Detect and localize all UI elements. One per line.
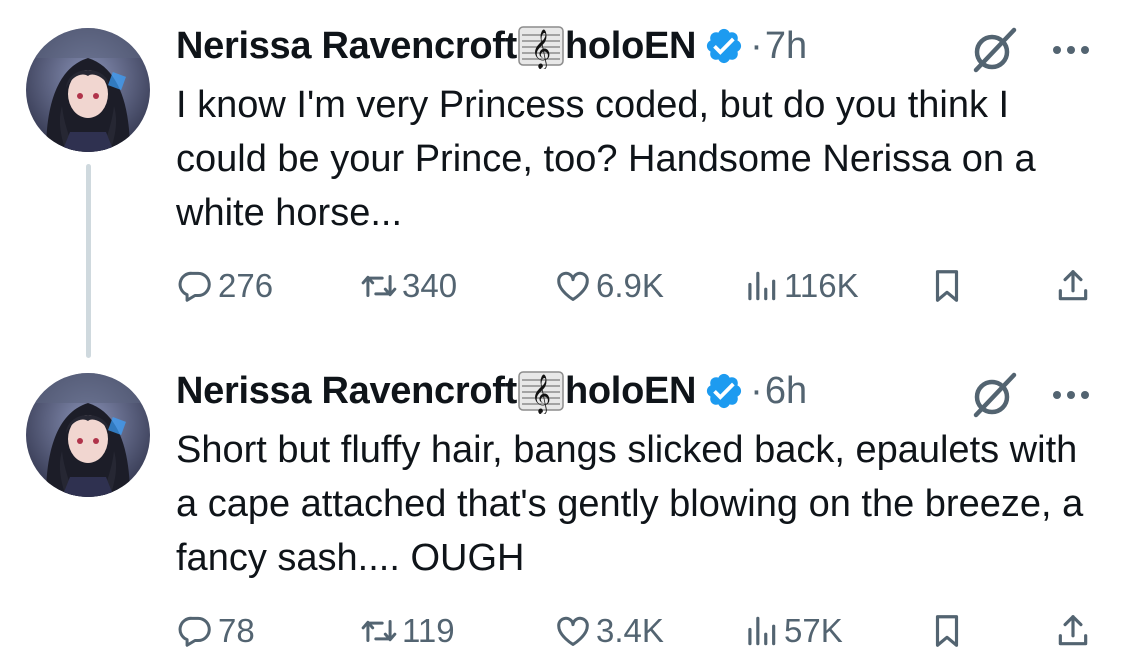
repost-button[interactable]: 340: [360, 258, 457, 314]
author-name[interactable]: Nerissa Ravencroft: [176, 25, 517, 68]
views-count: 57K: [784, 612, 843, 649]
verified-badge-icon: [707, 28, 742, 64]
like-count: 3.4K: [596, 612, 664, 649]
tweet-time[interactable]: 7h: [765, 25, 807, 68]
bookmark-icon: [935, 270, 959, 302]
repost-icon: [361, 619, 397, 643]
like-icon: [557, 271, 589, 301]
like-icon: [557, 616, 589, 646]
tweet-header: Nerissa Ravencroft 𝄞 holoEN · 6h: [176, 365, 807, 417]
like-button[interactable]: 3.4K: [554, 603, 664, 659]
author-handle-suffix[interactable]: holoEN: [565, 25, 696, 68]
more-icon[interactable]: [1046, 375, 1096, 415]
avatar[interactable]: [26, 28, 150, 152]
repost-icon: [361, 274, 397, 298]
tweet-actions: 276 340 6.9K 116K: [176, 258, 1106, 314]
like-button[interactable]: 6.9K: [554, 258, 664, 314]
tweet-text: Short but fluffy hair, bangs slicked bac…: [176, 429, 1084, 579]
svg-text:𝄞: 𝄞: [531, 29, 551, 69]
reply-icon: [178, 271, 211, 302]
views-count: 116K: [784, 267, 859, 304]
reply-count: 276: [218, 267, 274, 304]
grok-icon[interactable]: [968, 24, 1020, 76]
views-icon: [748, 616, 776, 646]
music-score-icon: 𝄞: [518, 371, 564, 414]
views-button[interactable]: 116K: [742, 258, 859, 314]
repost-button[interactable]: 119: [360, 603, 455, 659]
author-name[interactable]: Nerissa Ravencroft: [176, 370, 517, 413]
bookmark-button[interactable]: [928, 258, 966, 314]
share-icon: [1058, 615, 1088, 646]
time-separator: ·: [750, 369, 763, 412]
like-count: 6.9K: [596, 267, 664, 304]
share-button[interactable]: [1054, 258, 1092, 314]
reply-count: 78: [218, 612, 255, 649]
tweet-text: I know I'm very Princess coded, but do y…: [176, 84, 1036, 234]
views-icon: [748, 271, 776, 301]
repost-count: 119: [402, 612, 455, 649]
more-icon[interactable]: [1046, 30, 1096, 70]
thread-connector-line: [86, 164, 91, 358]
tweet-actions: 78 119 3.4K 57K: [176, 603, 1106, 659]
grok-icon[interactable]: [968, 369, 1020, 421]
svg-text:𝄞: 𝄞: [531, 374, 551, 414]
repost-count: 340: [402, 267, 458, 304]
reply-icon: [178, 616, 211, 647]
views-button[interactable]: 57K: [742, 603, 843, 659]
bookmark-button[interactable]: [928, 603, 966, 659]
bookmark-icon: [935, 615, 959, 647]
author-handle-suffix[interactable]: holoEN: [565, 370, 696, 413]
time-separator: ·: [750, 24, 763, 67]
share-button[interactable]: [1054, 603, 1092, 659]
tweet-header: Nerissa Ravencroft 𝄞 holoEN · 7h: [176, 20, 807, 72]
avatar[interactable]: [26, 373, 150, 497]
verified-badge-icon: [707, 373, 742, 409]
music-score-icon: 𝄞: [518, 26, 564, 69]
reply-button[interactable]: 78: [176, 603, 255, 659]
tweet-time[interactable]: 6h: [765, 370, 807, 413]
share-icon: [1058, 270, 1088, 301]
reply-button[interactable]: 276: [176, 258, 273, 314]
